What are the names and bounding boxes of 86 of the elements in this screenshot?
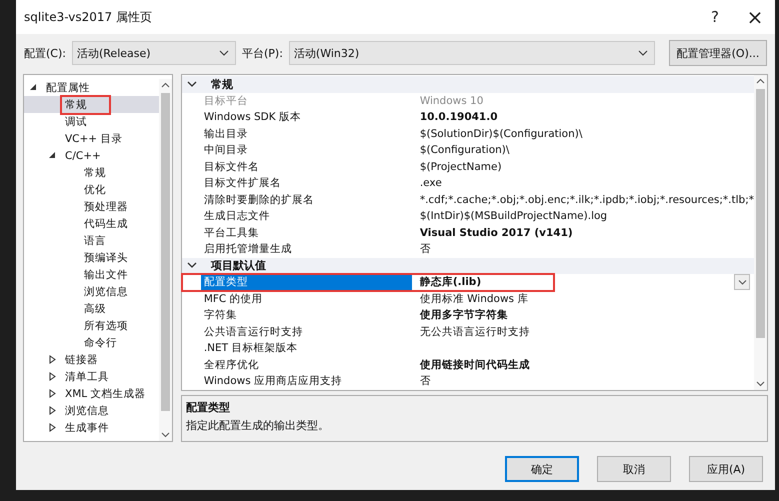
tree-item[interactable]: 浏览信息 xyxy=(62,402,112,418)
config-dropdown[interactable]: 活动(Release) xyxy=(72,41,236,65)
expanded-triangle-icon[interactable] xyxy=(30,84,37,91)
property-name[interactable]: 配置类型 xyxy=(200,274,412,290)
scroll-up-icon[interactable] xyxy=(756,78,765,84)
platform-dropdown[interactable]: 活动(Win32) xyxy=(288,41,655,65)
property-value: Windows 10 xyxy=(420,94,484,107)
dropdown-button[interactable] xyxy=(734,274,750,290)
chevron-down-icon xyxy=(738,280,746,285)
property-name[interactable]: MFC 的使用 xyxy=(200,290,412,307)
scroll-up-icon[interactable] xyxy=(160,82,170,88)
property-value: $(Configuration)\ xyxy=(420,144,510,156)
tree-item[interactable]: 清单工具 xyxy=(62,368,112,384)
property-value: 无公共语言运行时支持 xyxy=(420,324,530,339)
property-value: $(ProjectName) xyxy=(420,160,502,173)
platform-label: 平台(P): xyxy=(242,46,283,60)
dialog-button[interactable]: 取消 xyxy=(597,456,671,482)
property-name[interactable]: 字符集 xyxy=(200,307,412,324)
collapsed-triangle-icon[interactable] xyxy=(49,389,56,398)
section-chevron-icon[interactable] xyxy=(186,262,197,270)
property-name[interactable]: Windows 应用商店应用支持 xyxy=(200,373,412,390)
dialog-button[interactable]: 确定 xyxy=(505,456,579,482)
tree-item[interactable]: 调试 xyxy=(62,114,90,130)
property-value: 使用链接时间代码生成 xyxy=(420,358,530,372)
scrollbar[interactable] xyxy=(754,75,767,390)
help-button[interactable]: ? xyxy=(695,3,735,31)
tree-item[interactable]: 浏览信息 xyxy=(81,284,131,300)
property-name[interactable]: 平台工具集 xyxy=(200,224,412,241)
property-value: 否 xyxy=(420,374,431,388)
collapsed-triangle-icon[interactable] xyxy=(49,372,56,381)
scrollbar[interactable] xyxy=(158,79,172,441)
collapsed-triangle-icon[interactable] xyxy=(49,355,56,364)
section-title: 项目默认值 xyxy=(210,258,266,274)
tree-item[interactable]: 预编译头 xyxy=(81,250,131,266)
tree-item[interactable]: 输出文件 xyxy=(81,266,131,282)
close-button[interactable]: × xyxy=(735,3,775,31)
property-value: *.cdf;*.cache;*.obj;*.obj.enc;*.ilk;*.ipdb;*.iobj;*.resources;*.tlb;* xyxy=(420,194,754,206)
config-manager-button[interactable]: 配置管理器(O)... xyxy=(669,40,767,66)
property-value: .exe xyxy=(420,177,442,190)
property-value: 使用标准 Windows 库 xyxy=(420,292,528,306)
property-name[interactable]: 清除时要删除的扩展名 xyxy=(200,192,412,208)
collapsed-triangle-icon[interactable] xyxy=(49,423,56,432)
tree-item[interactable]: 所有选项 xyxy=(81,318,131,334)
tree-item[interactable]: 语言 xyxy=(81,232,109,248)
tree-item[interactable]: 生成事件 xyxy=(62,420,112,436)
property-name[interactable]: 目标文件名 xyxy=(200,158,412,175)
property-name[interactable]: Windows SDK 版本 xyxy=(200,109,412,126)
property-value: $(IntDir)$(MSBuildProjectName).log xyxy=(420,210,608,222)
section-chevron-icon[interactable] xyxy=(186,80,197,88)
section-title: 常规 xyxy=(210,76,233,92)
scroll-down-icon[interactable] xyxy=(756,380,765,386)
property-name[interactable]: 中间目录 xyxy=(200,142,412,158)
property-value: Visual Studio 2017 (v141) xyxy=(420,226,573,239)
tree-item[interactable]: XML 文档生成器 xyxy=(62,386,148,402)
window-title: sqlite3-vs2017 属性页 xyxy=(24,8,153,26)
property-name[interactable]: 启用托管增量生成 xyxy=(200,241,412,258)
tree-item[interactable]: C/C++ xyxy=(62,148,104,162)
tree-item[interactable]: 配置属性 xyxy=(43,80,93,96)
description-text: 指定此配置生成的输出类型。 xyxy=(186,418,330,432)
property-name[interactable]: 全程序优化 xyxy=(200,356,412,373)
tree-item[interactable]: 命令行 xyxy=(81,334,120,350)
tree-item[interactable]: 预处理器 xyxy=(81,198,131,214)
collapsed-triangle-icon[interactable] xyxy=(49,406,56,415)
config-label: 配置(C): xyxy=(24,46,66,60)
tree-item[interactable]: 高级 xyxy=(81,300,109,316)
chevron-down-icon xyxy=(218,50,229,56)
scroll-down-icon[interactable] xyxy=(160,432,170,438)
tree-item[interactable]: 代码生成 xyxy=(81,216,131,232)
dialog-button[interactable]: 应用(A) xyxy=(689,456,763,482)
property-name[interactable]: 输出目录 xyxy=(200,126,412,142)
chevron-down-icon xyxy=(638,50,648,56)
description-title: 配置类型 xyxy=(186,400,231,414)
tree-item[interactable]: 优化 xyxy=(81,182,109,198)
property-name[interactable]: 公共语言运行时支持 xyxy=(200,324,412,340)
property-name[interactable]: .NET 目标框架版本 xyxy=(200,340,412,356)
property-value: 否 xyxy=(420,242,431,256)
expanded-triangle-icon[interactable] xyxy=(49,152,56,159)
property-value: $(SolutionDir)$(Configuration)\ xyxy=(420,128,582,140)
property-name[interactable]: 生成日志文件 xyxy=(200,208,412,224)
property-value: 静态库(.lib) xyxy=(420,275,482,290)
tree-item[interactable]: VC++ 目录 xyxy=(62,130,126,146)
property-value: 使用多字节字符集 xyxy=(420,308,508,322)
tree-item[interactable]: 常规 xyxy=(81,164,109,180)
property-value: 10.0.19041.0 xyxy=(420,111,498,124)
property-name[interactable]: 目标文件扩展名 xyxy=(200,175,412,192)
tree-item[interactable]: 链接器 xyxy=(62,352,101,368)
